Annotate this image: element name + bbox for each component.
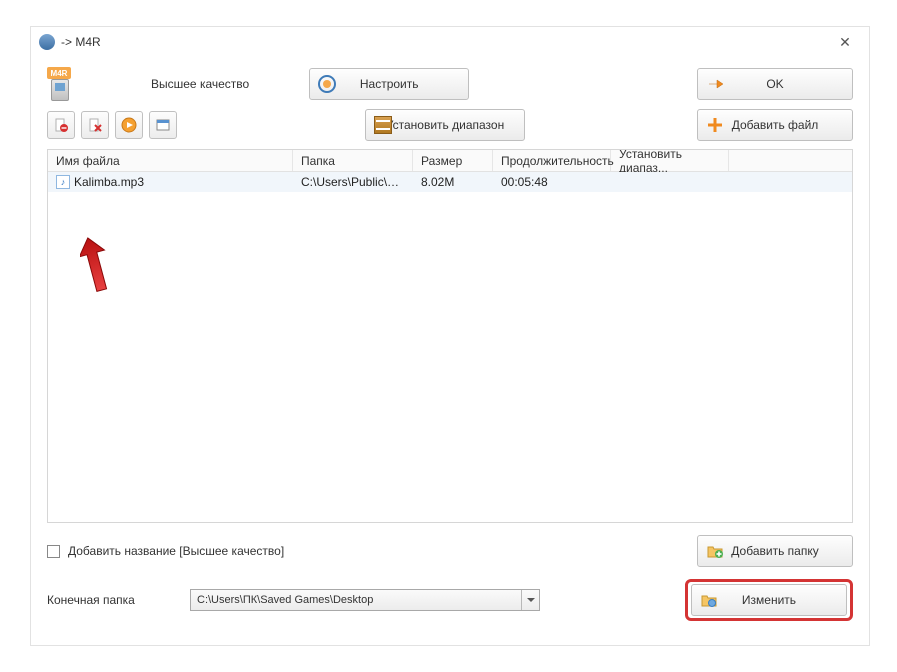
col-size[interactable]: Размер: [413, 150, 493, 171]
cell-duration: 00:05:48: [493, 173, 611, 191]
remove-file-button[interactable]: [47, 111, 75, 139]
main-window: -> M4R ✕ M4R Высшее качество Настроить O…: [30, 26, 870, 646]
highlight-annotation: Изменить: [685, 579, 853, 621]
cell-range: [611, 180, 729, 184]
set-range-button[interactable]: Установить диапазон: [365, 109, 525, 141]
titlebar: -> M4R ✕: [31, 27, 869, 57]
add-folder-button[interactable]: Добавить папку: [697, 535, 853, 567]
arrow-right-icon: [706, 75, 724, 93]
film-icon: [374, 116, 392, 134]
window-title: -> M4R: [61, 35, 829, 49]
chevron-down-icon: [521, 590, 539, 610]
add-title-row: Добавить название [Высшее качество] Доба…: [47, 535, 853, 567]
add-title-label: Добавить название [Высшее качество]: [68, 544, 284, 558]
col-folder[interactable]: Папка: [293, 150, 413, 171]
folder-plus-icon: [706, 542, 724, 560]
output-folder-combo[interactable]: C:\Users\ПК\Saved Games\Desktop: [190, 589, 540, 611]
clear-list-button[interactable]: [81, 111, 109, 139]
add-file-button[interactable]: Добавить файл: [697, 109, 853, 141]
output-folder-label: Конечная папка: [47, 593, 182, 607]
col-range[interactable]: Установить диапаз...: [611, 150, 729, 171]
table-row[interactable]: Kalimba.mp3 C:\Users\Public\Mu... 8.02M …: [48, 172, 852, 192]
close-button[interactable]: ✕: [829, 34, 861, 51]
music-file-icon: [56, 175, 70, 189]
col-duration[interactable]: Продолжительность: [493, 150, 611, 171]
folder-browse-icon: [700, 591, 718, 609]
configure-button[interactable]: Настроить: [309, 68, 469, 100]
m4r-format-icon: M4R: [47, 67, 81, 101]
file-table: Имя файла Папка Размер Продолжительность…: [47, 149, 853, 523]
play-button[interactable]: [115, 111, 143, 139]
table-header: Имя файла Папка Размер Продолжительность…: [48, 150, 852, 172]
output-folder-row: Конечная папка C:\Users\ПК\Saved Games\D…: [47, 579, 853, 621]
cell-name: Kalimba.mp3: [48, 173, 293, 191]
view-mode-button[interactable]: [149, 111, 177, 139]
add-title-checkbox[interactable]: [47, 545, 60, 558]
change-folder-button[interactable]: Изменить: [691, 584, 847, 616]
col-name[interactable]: Имя файла: [48, 150, 293, 171]
content-area: M4R Высшее качество Настроить OK: [31, 57, 869, 645]
plus-icon: [706, 116, 724, 134]
quality-label: Высшее качество: [151, 77, 249, 91]
cell-size: 8.02M: [413, 173, 493, 191]
ok-button[interactable]: OK: [697, 68, 853, 100]
app-icon: [39, 34, 55, 50]
cell-folder: C:\Users\Public\Mu...: [293, 173, 413, 191]
footer: Добавить название [Высшее качество] Доба…: [47, 523, 853, 633]
toolbar-row: Установить диапазон Добавить файл: [47, 109, 853, 141]
top-row: M4R Высшее качество Настроить OK: [47, 67, 853, 101]
